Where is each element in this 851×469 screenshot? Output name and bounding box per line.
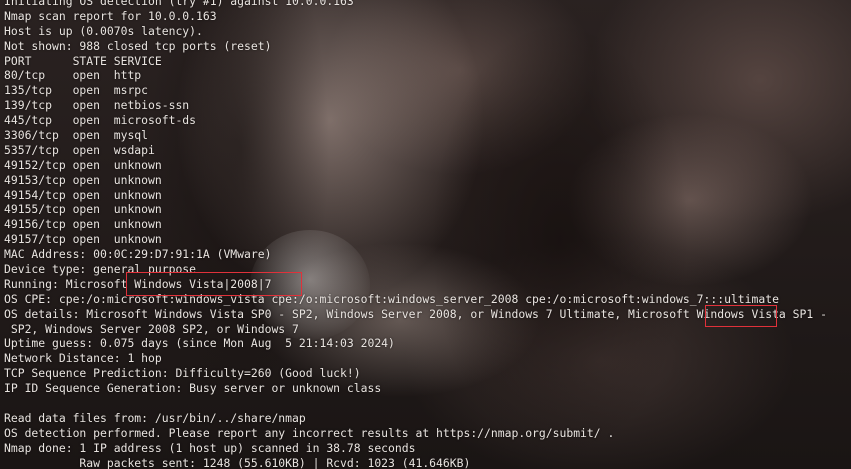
terminal-window[interactable]: Initiating OS detection (try #1) against… <box>0 0 851 469</box>
output-line-data-files: Read data files from: /usr/bin/../share/… <box>4 410 306 425</box>
output-line-os-detection-start: Initiating OS detection (try #1) against… <box>4 0 354 8</box>
output-line-port-135: 135/tcp open msrpc <box>4 83 149 98</box>
output-line-port-49155: 49155/tcp open unknown <box>4 202 162 217</box>
output-line-port-header: PORT STATE SERVICE <box>4 53 162 68</box>
output-line-device-type: Device type: general purpose <box>4 262 197 277</box>
output-line-port-49154: 49154/tcp open unknown <box>4 187 162 202</box>
output-line-port-49153: 49153/tcp open unknown <box>4 172 162 187</box>
output-line-scan-report: Nmap scan report for 10.0.0.163 <box>4 8 217 23</box>
output-line-tcp-sequence: TCP Sequence Prediction: Difficulty=260 … <box>4 366 361 381</box>
output-line-network-distance: Network Distance: 1 hop <box>4 351 162 366</box>
output-line-not-shown: Not shown: 988 closed tcp ports (reset) <box>4 38 272 53</box>
output-line-port-49157: 49157/tcp open unknown <box>4 232 162 247</box>
output-line-port-5357: 5357/tcp open wsdapi <box>4 142 155 157</box>
output-line-raw-packets: Raw packets sent: 1248 (55.610KB) | Rcvd… <box>4 455 471 469</box>
output-line-host-up: Host is up (0.0070s latency). <box>4 23 203 38</box>
output-line-os-details: OS details: Microsoft Windows Vista SP0 … <box>4 306 827 321</box>
output-line-nmap-done: Nmap done: 1 IP address (1 host up) scan… <box>4 440 416 455</box>
output-line-os-cpe: OS CPE: cpe:/o:microsoft:windows_vista c… <box>4 291 779 306</box>
output-line-os-details-cont: SP2, Windows Server 2008 SP2, or Windows… <box>4 321 299 336</box>
output-line-blank <box>4 396 827 411</box>
output-line-os-detection-performed: OS detection performed. Please report an… <box>4 425 615 440</box>
output-line-port-3306: 3306/tcp open mysql <box>4 128 149 143</box>
output-line-port-139: 139/tcp open netbios-ssn <box>4 98 190 113</box>
terminal-output: Initiating OS detection (try #1) against… <box>4 0 827 469</box>
output-line-port-49156: 49156/tcp open unknown <box>4 217 162 232</box>
output-line-uptime: Uptime guess: 0.075 days (since Mon Aug … <box>4 336 395 351</box>
output-line-running: Running: Microsoft Windows Vista|2008|7 <box>4 276 272 291</box>
output-line-ip-id-sequence: IP ID Sequence Generation: Busy server o… <box>4 381 382 396</box>
output-line-port-80: 80/tcp open http <box>4 68 142 83</box>
output-line-port-445: 445/tcp open microsoft-ds <box>4 113 197 128</box>
output-line-port-49152: 49152/tcp open unknown <box>4 157 162 172</box>
output-line-mac-address: MAC Address: 00:0C:29:D7:91:1A (VMware) <box>4 247 272 262</box>
